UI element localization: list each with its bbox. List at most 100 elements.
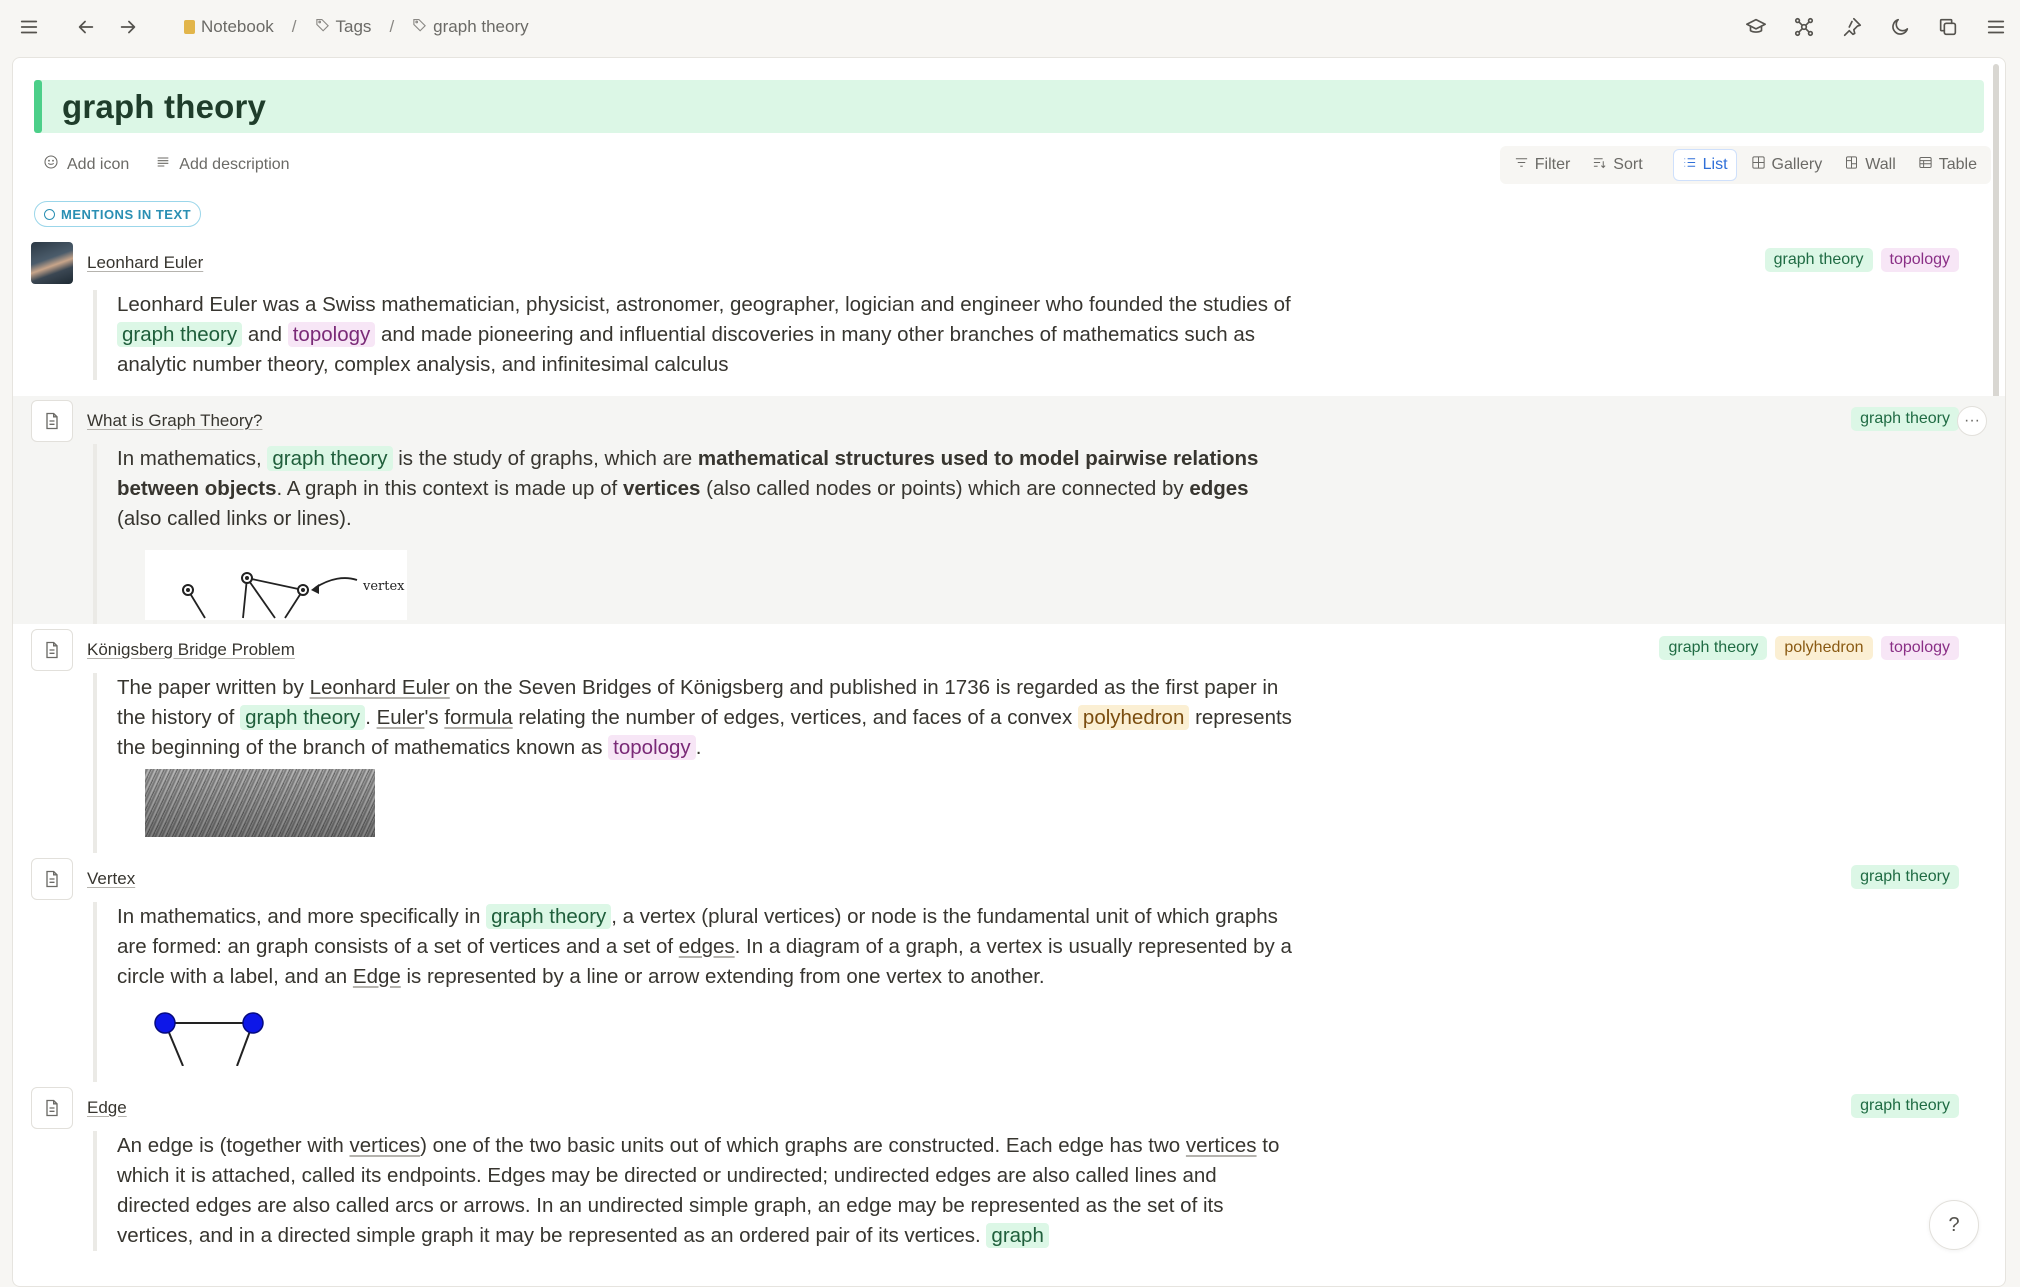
entry-title[interactable]: Edge <box>87 1098 127 1118</box>
filter-icon <box>1514 155 1529 175</box>
snippet-text: . A graph in this context is made up of <box>276 477 618 500</box>
link-leonhard-euler[interactable]: Leonhard Euler <box>310 676 450 699</box>
entry-title[interactable]: Königsberg Bridge Problem <box>87 640 295 660</box>
moon-icon[interactable] <box>1880 7 1920 47</box>
more-options-button[interactable]: ··· <box>1957 406 1987 436</box>
document-icon <box>31 629 73 671</box>
view-gallery-button[interactable]: Gallery <box>1743 150 1831 180</box>
snippet-text: The paper written by <box>117 676 304 699</box>
forward-arrow-icon[interactable] <box>108 7 148 47</box>
pin-icon[interactable] <box>1832 7 1872 47</box>
snippet-text: Leonhard Euler was a Swiss mathematician… <box>117 293 1291 316</box>
link-formula[interactable]: formula <box>444 706 512 729</box>
tag-graph-theory[interactable]: graph theory <box>1851 865 1959 889</box>
sort-button[interactable]: Sort <box>1584 150 1650 180</box>
mention-chip-polyhedron[interactable]: polyhedron <box>1077 705 1190 730</box>
sort-icon <box>1592 155 1607 175</box>
breadcrumb-notebook[interactable]: Notebook <box>184 17 274 37</box>
graph-diagram: vertex <box>182 572 405 619</box>
entry-snippet: In mathematics, and more specifically in… <box>93 902 1293 1082</box>
entry-title[interactable]: What is Graph Theory? <box>87 411 262 431</box>
mention-chip-graph-theory[interactable]: graph theory <box>267 446 393 471</box>
entry-tags: graph theory topology <box>1764 248 1959 272</box>
link-euler[interactable]: Euler <box>377 706 425 729</box>
view-wall-button[interactable]: Wall <box>1836 150 1904 180</box>
add-description-button[interactable]: Add description <box>155 154 290 175</box>
mention-chip-graph-theory[interactable]: graph <box>986 1223 1049 1248</box>
entry-header: What is Graph Theory? <box>31 400 262 442</box>
top-right-actions <box>1736 7 2016 47</box>
menu-icon[interactable] <box>1976 7 2016 47</box>
graph-network-icon[interactable] <box>1784 7 1824 47</box>
tag-polyhedron[interactable]: polyhedron <box>1775 636 1873 660</box>
mention-chip-graph-theory[interactable]: graph theory <box>486 904 612 929</box>
tag-icon <box>315 17 330 37</box>
snippet-text: is the study of graphs, which are <box>398 447 693 470</box>
entry-snippet: The paper written by Leonhard Euler on t… <box>93 673 1293 853</box>
link-edges[interactable]: edges <box>679 935 735 958</box>
page-title[interactable]: graph theory <box>62 88 266 126</box>
view-list-button[interactable]: List <box>1672 149 1737 181</box>
entry-header: Königsberg Bridge Problem <box>31 629 295 671</box>
breadcrumb-label: Tags <box>335 17 372 36</box>
breadcrumb-graph-theory[interactable]: graph theory <box>412 17 529 37</box>
list-item[interactable]: What is Graph Theory? graph theory ··· I… <box>13 396 2005 624</box>
tag-topology[interactable]: topology <box>1880 248 1959 272</box>
document-icon <box>31 1087 73 1129</box>
mentions-label: MENTIONS IN TEXT <box>61 206 192 222</box>
mention-chip-topology[interactable]: topology <box>287 322 376 347</box>
gallery-icon <box>1751 155 1766 175</box>
snippet-text: In mathematics, and more specifically in <box>117 905 481 928</box>
entry-header: Edge <box>31 1087 127 1129</box>
filter-button[interactable]: Filter <box>1506 150 1579 180</box>
add-icon-button[interactable]: Add icon <box>43 154 129 175</box>
notebook-icon <box>184 20 195 34</box>
tag-graph-theory[interactable]: graph theory <box>1764 248 1873 272</box>
snippet-bold: vertices <box>622 477 701 500</box>
vertex-figure <box>145 1006 285 1067</box>
mention-chip-topology[interactable]: topology <box>608 735 696 760</box>
page-title-bar: graph theory <box>34 80 1984 133</box>
mention-chip-graph-theory[interactable]: graph theory <box>240 705 366 730</box>
snippet-text: In mathematics, <box>117 447 262 470</box>
back-arrow-icon[interactable] <box>66 7 106 47</box>
entry-tags: graph theory <box>1851 865 1959 889</box>
snippet-text: (also called links or lines). <box>117 507 352 530</box>
smiley-icon <box>43 154 59 175</box>
tag-graph-theory[interactable]: graph theory <box>1659 636 1768 660</box>
link-edge[interactable]: Edge <box>353 965 401 988</box>
link-vertices[interactable]: vertices <box>1186 1134 1257 1157</box>
document-icon <box>31 400 73 442</box>
entry-title[interactable]: Vertex <box>87 869 135 889</box>
view-label: Table <box>1938 156 1977 173</box>
sidebar-toggle-icon[interactable] <box>9 7 49 47</box>
view-toolbar: Filter Sort List Gallery Wall Table <box>1499 146 1991 184</box>
tag-graph-theory[interactable]: graph theory <box>1851 1094 1959 1118</box>
entry-tags: graph theory <box>1851 1094 1959 1118</box>
tag-topology[interactable]: topology <box>1880 636 1959 660</box>
duplicate-window-icon[interactable] <box>1928 7 1968 47</box>
list-item[interactable]: Königsberg Bridge Problem graph theory p… <box>13 625 2005 853</box>
breadcrumb-tags[interactable]: Tags <box>315 17 372 37</box>
entry-title[interactable]: Leonhard Euler <box>87 253 203 273</box>
snippet-text: (also called nodes or points) which are … <box>706 477 1184 500</box>
snippet-text: relating the number of edges, vertices, … <box>518 706 1073 729</box>
breadcrumb-separator: / <box>291 17 297 36</box>
wall-icon <box>1844 155 1859 175</box>
snippet-bold: edges <box>1189 477 1249 500</box>
link-vertices[interactable]: vertices <box>349 1134 420 1157</box>
filter-label: Filter <box>1534 156 1571 173</box>
view-label: Gallery <box>1771 156 1823 173</box>
snippet-text: . <box>365 706 371 729</box>
help-button[interactable]: ? <box>1929 1200 1979 1250</box>
entry-header: Vertex <box>31 858 135 900</box>
mention-chip-graph-theory[interactable]: graph theory <box>117 322 243 347</box>
avatar <box>31 242 73 284</box>
tag-graph-theory[interactable]: graph theory <box>1851 407 1959 431</box>
list-item[interactable]: Edge graph theory An edge is (together w… <box>13 1083 2005 1286</box>
graduation-cap-icon[interactable] <box>1736 7 1776 47</box>
view-table-button[interactable]: Table <box>1910 150 1985 180</box>
at-sign-icon <box>44 208 55 220</box>
list-icon <box>1682 155 1697 175</box>
list-item[interactable]: Vertex graph theory In mathematics, and … <box>13 854 2005 1082</box>
